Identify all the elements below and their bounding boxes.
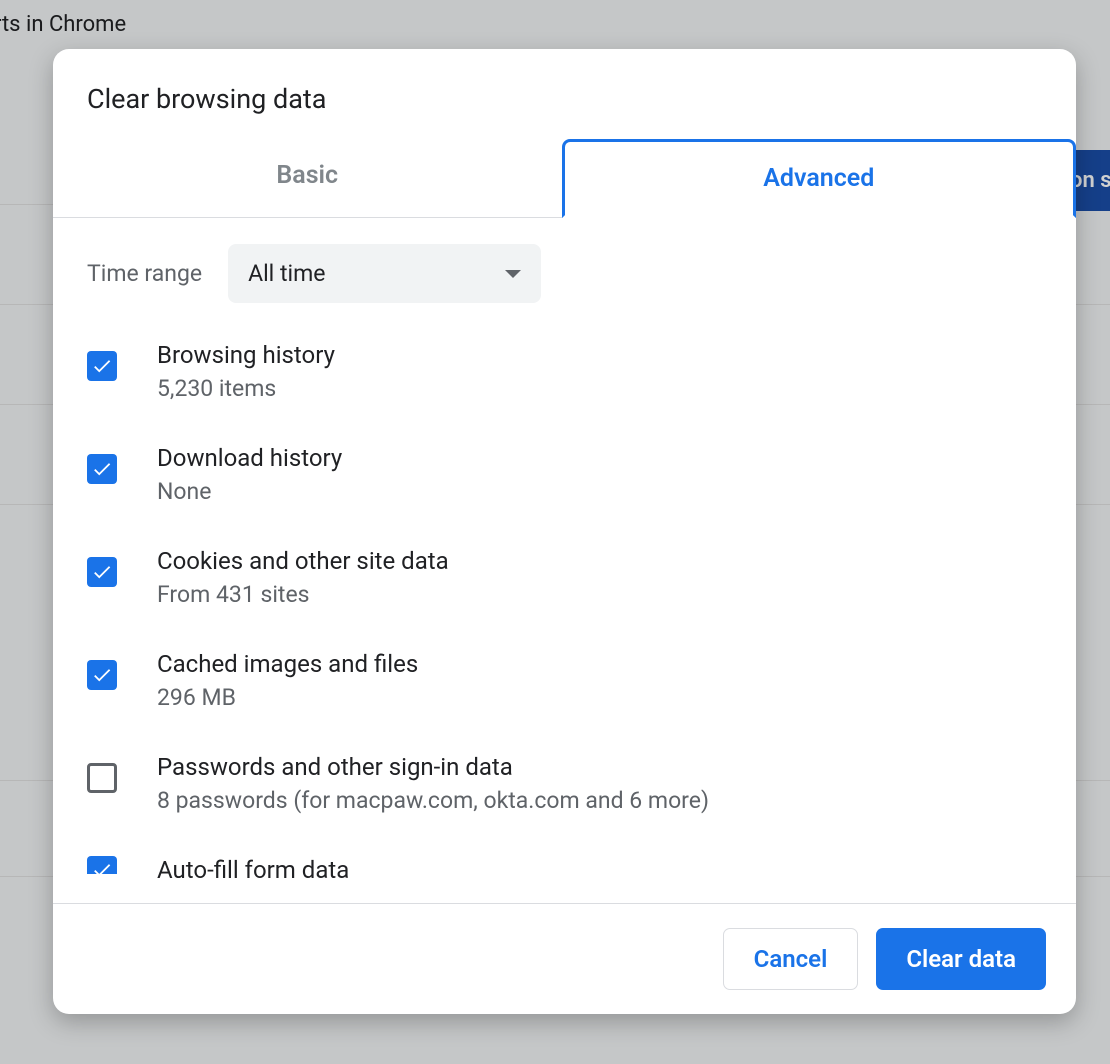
time-range-select[interactable]: All time (228, 244, 541, 303)
checkbox-cookies[interactable] (87, 557, 117, 587)
checkbox-autofill[interactable] (87, 856, 117, 874)
checkbox-passwords[interactable] (87, 763, 117, 793)
item-subtitle: From 431 sites (157, 581, 449, 608)
item-passwords: Passwords and other sign-in data 8 passw… (87, 753, 1042, 814)
check-icon (91, 664, 113, 686)
item-title: Cookies and other site data (157, 547, 449, 575)
clear-browsing-data-dialog: Clear browsing data Basic Advanced Time … (53, 49, 1076, 1014)
item-subtitle: 5,230 items (157, 375, 335, 402)
check-icon (91, 355, 113, 377)
check-icon (91, 458, 113, 480)
tab-advanced[interactable]: Advanced (562, 139, 1077, 218)
item-download-history: Download history None (87, 444, 1042, 505)
chevron-down-icon (505, 270, 521, 278)
time-range-row: Time range All time (87, 244, 1042, 303)
time-range-label: Time range (87, 260, 202, 287)
item-title: Cached images and files (157, 650, 418, 678)
item-subtitle: None (157, 478, 342, 505)
check-icon (91, 859, 113, 874)
item-browsing-history: Browsing history 5,230 items (87, 341, 1042, 402)
item-title: Download history (157, 444, 342, 472)
check-icon (91, 561, 113, 583)
checkbox-browsing-history[interactable] (87, 351, 117, 381)
item-title: Browsing history (157, 341, 335, 369)
item-cached: Cached images and files 296 MB (87, 650, 1042, 711)
item-cookies: Cookies and other site data From 431 sit… (87, 547, 1042, 608)
dialog-title: Clear browsing data (53, 49, 1076, 139)
dialog-content: Time range All time Browsing history 5,2… (53, 218, 1076, 903)
item-title: Auto-fill form data (157, 856, 349, 884)
item-title: Passwords and other sign-in data (157, 753, 709, 781)
clear-data-button[interactable]: Clear data (876, 928, 1046, 990)
checkbox-download-history[interactable] (87, 454, 117, 484)
dialog-footer: Cancel Clear data (53, 903, 1076, 1014)
tabs: Basic Advanced (53, 139, 1076, 218)
time-range-value: All time (248, 260, 325, 287)
tab-basic[interactable]: Basic (53, 139, 562, 217)
item-subtitle: 296 MB (157, 684, 418, 711)
checkbox-cached[interactable] (87, 660, 117, 690)
item-autofill: Auto-fill form data (87, 856, 1042, 884)
item-subtitle: 8 passwords (for macpaw.com, okta.com an… (157, 787, 709, 814)
cancel-button[interactable]: Cancel (723, 928, 859, 990)
